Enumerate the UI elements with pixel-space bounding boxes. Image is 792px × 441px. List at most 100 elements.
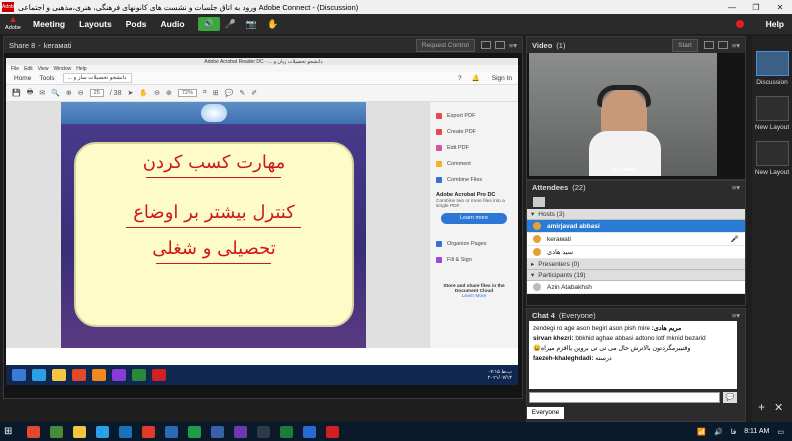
draw-icon[interactable]: ✐ <box>251 89 257 97</box>
taskbar-app-icon[interactable] <box>303 425 316 438</box>
attendee-row[interactable]: kerамati 🎤 <box>527 233 745 246</box>
acrobat-menu-file[interactable]: File <box>11 66 19 72</box>
chrome-icon[interactable] <box>72 369 86 381</box>
fill-sign-item[interactable]: Fill & Sign <box>430 252 518 268</box>
close-button[interactable]: ✕ <box>768 3 792 12</box>
zoom-select[interactable]: 72% <box>177 89 197 97</box>
chat-messages[interactable]: مریم هادی: zendegi ro age ason begiri as… <box>529 321 737 389</box>
menu-pods[interactable]: Pods <box>126 19 147 29</box>
search-icon[interactable]: 🔍 <box>51 89 60 97</box>
menu-layouts[interactable]: Layouts <box>79 19 112 29</box>
explorer-icon[interactable] <box>52 369 66 381</box>
taskbar-edge-icon[interactable] <box>96 425 109 438</box>
taskbar-chrome-icon[interactable] <box>142 425 155 438</box>
send-message-icon[interactable]: 💬 <box>723 392 737 403</box>
zoom-in-icon[interactable]: ⊕ <box>166 89 172 97</box>
status-view-icon[interactable] <box>561 197 573 207</box>
sign-in-button[interactable]: Sign In <box>492 75 512 82</box>
attendee-row[interactable]: سید هادی <box>527 246 745 259</box>
video-fullscreen-icon[interactable] <box>717 41 728 49</box>
taskbar-app-icon[interactable] <box>27 425 40 438</box>
save-icon[interactable]: 💾 <box>12 89 21 97</box>
email-icon[interactable]: ✉ <box>39 89 45 97</box>
notifications-icon[interactable]: ▭ <box>777 428 784 436</box>
taskbar-word-icon[interactable] <box>165 425 178 438</box>
bell-icon[interactable]: 🔔 <box>472 74 480 82</box>
taskbar-acrobat-icon[interactable] <box>326 425 339 438</box>
attendee-row[interactable]: Azin Atabakhsh <box>527 281 745 294</box>
tab-tools[interactable]: Tools <box>39 75 54 82</box>
attendees-menu-icon[interactable]: ≡▾ <box>732 183 740 192</box>
raise-hand-icon[interactable]: ✋ <box>267 19 278 30</box>
hosts-section-header[interactable]: ▾ Hosts (3) <box>527 209 745 220</box>
attendee-row[interactable]: amirjavad abbasi <box>527 220 745 233</box>
windows-start-icon[interactable]: ⊞ <box>4 426 17 438</box>
taskbar-app-icon[interactable] <box>234 425 247 438</box>
excel-icon[interactable] <box>132 369 146 381</box>
print-icon[interactable]: 🖶 <box>27 88 34 99</box>
participants-section-header[interactable]: ▾ Participants (19) <box>527 270 745 281</box>
combine-files-item[interactable]: Combine Files <box>430 172 518 188</box>
chat-input[interactable] <box>529 392 720 403</box>
help-icon[interactable]: ? <box>458 75 462 82</box>
delete-layout-icon[interactable]: ✕ <box>774 401 783 414</box>
taskbar-app-icon[interactable] <box>50 425 63 438</box>
organize-pages-item[interactable]: Organize Pages <box>430 236 518 252</box>
taskbar-excel-icon[interactable] <box>280 425 293 438</box>
crop-icon[interactable]: ⌗ <box>203 89 207 97</box>
menu-meeting[interactable]: Meeting <box>33 19 65 29</box>
acrobat-icon[interactable] <box>152 369 166 381</box>
start-webcam-button[interactable]: Start <box>672 38 698 52</box>
fullscreen-icon[interactable] <box>494 41 505 49</box>
webcam-icon[interactable]: 📷 <box>246 19 257 30</box>
chat-menu-icon[interactable]: ≡▾ <box>732 311 740 320</box>
layout-thumbnail-discussion[interactable] <box>755 51 789 76</box>
windows-start-icon[interactable] <box>12 369 26 381</box>
speaker-icon[interactable]: 🔊 <box>197 17 220 31</box>
hand-tool-icon[interactable]: ✋ <box>139 89 148 97</box>
taskbar-app-icon[interactable] <box>257 425 270 438</box>
taskbar-clock[interactable]: 8:11 AM <box>744 428 769 435</box>
network-icon[interactable]: 📶 <box>697 428 706 436</box>
chat-tab-everyone[interactable]: Everyone <box>527 407 564 419</box>
input-language[interactable]: فا <box>731 428 736 436</box>
page-number-input[interactable]: 25 <box>89 89 104 97</box>
pod-menu-icon[interactable]: ≡▾ <box>509 41 517 50</box>
presenters-section-header[interactable]: ▸ Presenters (0) <box>527 259 745 270</box>
microphone-icon[interactable]: 🎤 <box>225 19 236 30</box>
acrobat-menu-edit[interactable]: Edit <box>24 66 33 72</box>
fit-width-icon[interactable] <box>480 41 491 49</box>
video-layout-icon[interactable] <box>703 41 714 49</box>
acrobat-menu-help[interactable]: Help <box>76 66 86 72</box>
taskbar-app-icon[interactable] <box>188 425 201 438</box>
zoom-out-icon[interactable]: ⊖ <box>154 89 160 97</box>
taskbar-app-icon[interactable] <box>211 425 224 438</box>
list-view-icon[interactable] <box>533 196 545 207</box>
tab-home[interactable]: Home <box>14 75 31 82</box>
export-pdf-item[interactable]: Export PDF <box>430 108 518 124</box>
add-layout-icon[interactable]: + <box>758 400 765 414</box>
firefox-icon[interactable] <box>92 369 106 381</box>
tab-document[interactable]: دانشجو تحصیلات ساز و ... <box>62 73 132 83</box>
comment-icon[interactable]: 💬 <box>225 89 234 97</box>
fit-page-icon[interactable]: ⊞ <box>213 89 219 97</box>
select-cursor-icon[interactable]: ➤ <box>127 89 133 97</box>
volume-icon[interactable]: 🔊 <box>714 428 723 436</box>
next-page-icon[interactable]: ⊖ <box>78 89 84 97</box>
menu-audio[interactable]: Audio <box>161 19 185 29</box>
prev-page-icon[interactable]: ⊕ <box>66 89 72 97</box>
edge-icon[interactable] <box>32 369 46 381</box>
maximize-button[interactable]: ❐ <box>744 3 768 12</box>
layout-thumbnail-new-1[interactable] <box>755 96 789 121</box>
comment-item[interactable]: Comment <box>430 156 518 172</box>
app-icon[interactable] <box>112 369 126 381</box>
acrobat-menu-view[interactable]: View <box>38 66 49 72</box>
minimize-button[interactable]: — <box>720 3 744 12</box>
menu-help[interactable]: Help <box>766 19 784 29</box>
taskbar-app-icon[interactable] <box>119 425 132 438</box>
layout-thumbnail-new-2[interactable] <box>755 141 789 166</box>
store-learn-more-link[interactable]: Learn More <box>430 294 518 299</box>
document-area[interactable]: مهارت کسب کردن کنترل بیشتر بر اوضاع تحصی… <box>6 102 429 348</box>
request-control-button[interactable]: Request Control <box>415 38 475 52</box>
learn-more-button[interactable]: Learn more <box>441 213 507 224</box>
